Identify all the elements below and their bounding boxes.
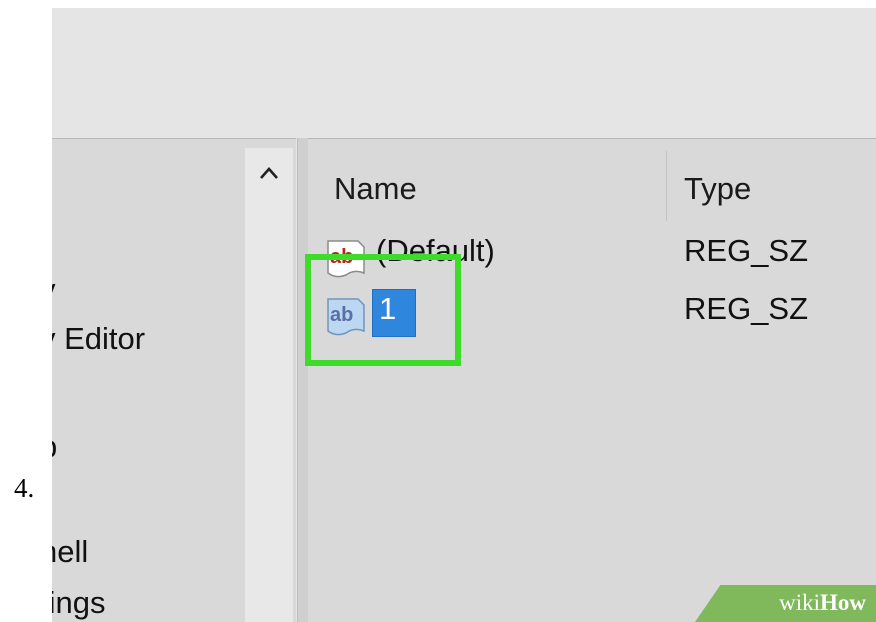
scroll-up-button[interactable] xyxy=(245,148,293,198)
tree-item[interactable]: y Editor xyxy=(52,321,145,357)
value-name: (Default) xyxy=(376,233,495,268)
watermark-prefix: wiki xyxy=(779,590,820,615)
svg-text:ab: ab xyxy=(330,304,353,326)
value-type: REG_SZ xyxy=(684,233,809,268)
tree-item[interactable]: hell xyxy=(52,534,88,570)
chevron-up-icon xyxy=(260,167,278,179)
tree-item[interactable]: y xyxy=(52,272,56,308)
step-number: 4. xyxy=(14,473,35,503)
watermark-suffix: How xyxy=(820,590,866,615)
string-value-icon: ab xyxy=(327,240,365,278)
column-header-name[interactable]: Name xyxy=(334,171,417,207)
svg-text:ab: ab xyxy=(330,246,353,268)
rename-input[interactable]: 1 xyxy=(372,289,416,337)
value-type: REG_SZ xyxy=(684,291,809,326)
watermark: wikiHow xyxy=(695,585,876,622)
string-value-icon: ab xyxy=(327,298,365,336)
value-row[interactable]: ab (Default) REG_SZ xyxy=(308,233,876,278)
value-row-selected[interactable]: ab 1 REG_SZ xyxy=(308,289,876,337)
window-top-area xyxy=(52,8,876,138)
registry-editor-window: y y Editor p hell tings Name Type ab (De… xyxy=(52,8,876,622)
rename-input-text: 1 xyxy=(379,291,397,326)
tree-item[interactable]: p xyxy=(52,429,57,465)
tree-scrollbar[interactable] xyxy=(245,148,293,622)
tree-item[interactable]: tings xyxy=(52,585,105,621)
values-pane: Name Type ab (Default) REG_SZ ab 1 REG_S… xyxy=(308,138,876,622)
column-header-type[interactable]: Type xyxy=(684,171,751,207)
column-divider[interactable] xyxy=(666,151,667,221)
